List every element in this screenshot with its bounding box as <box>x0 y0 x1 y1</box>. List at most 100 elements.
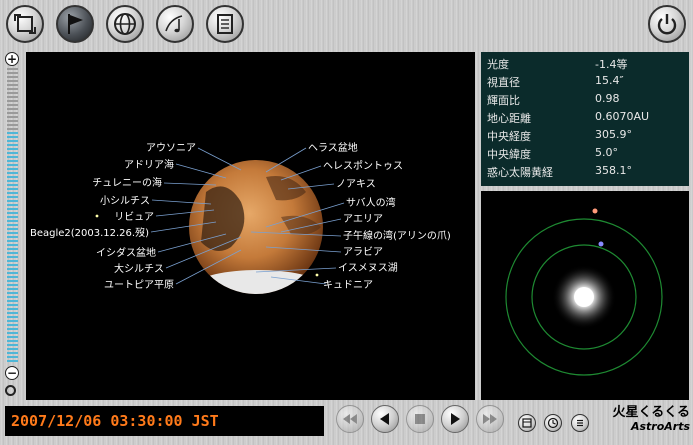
zoom-tick <box>7 104 18 106</box>
zoom-out-icon[interactable]: − <box>5 366 19 380</box>
power-button[interactable] <box>648 5 686 43</box>
flag-button[interactable] <box>56 5 94 43</box>
magnifier-icon[interactable] <box>5 385 16 396</box>
notepad-icon <box>217 14 233 34</box>
zoom-tick <box>7 244 18 246</box>
mars-marker <box>592 208 598 214</box>
earth-marker <box>598 241 604 247</box>
zoom-tick <box>7 204 18 206</box>
zoom-tick <box>7 152 18 154</box>
date-button[interactable] <box>518 414 536 432</box>
menu-button[interactable] <box>571 414 589 432</box>
step-back-button[interactable] <box>371 405 399 433</box>
feature-label: チュレニーの海 <box>92 176 162 189</box>
feature-label: イシダス盆地 <box>96 246 156 259</box>
rotate-view-button[interactable] <box>6 5 44 43</box>
fast-forward-button[interactable] <box>476 405 504 433</box>
zoom-tick <box>7 136 18 138</box>
info-value: 358.1° <box>595 164 632 177</box>
zoom-tick <box>7 324 18 326</box>
zoom-tick <box>7 296 18 298</box>
zoom-tick <box>7 248 18 250</box>
zoom-tick <box>7 336 18 338</box>
zoom-tick <box>7 316 18 318</box>
feature-label: 大シルチス <box>114 262 164 275</box>
zoom-tick <box>7 168 18 170</box>
info-row-magnitude: 光度 -1.4等 <box>487 56 687 72</box>
zoom-tick <box>7 140 18 142</box>
clock-icon <box>547 417 559 429</box>
zoom-in-icon[interactable]: + <box>5 52 19 66</box>
zoom-tick <box>7 112 18 114</box>
feature-label: ノアキス <box>336 179 376 190</box>
notes-button[interactable] <box>206 5 244 43</box>
music-note-icon <box>165 15 183 33</box>
zoom-tick <box>7 124 18 126</box>
top-toolbar <box>0 0 693 50</box>
zoom-tick <box>7 100 18 102</box>
zoom-tick <box>7 180 18 182</box>
zoom-tick <box>7 360 18 362</box>
calendar-icon <box>522 418 532 428</box>
play-button[interactable] <box>441 405 469 433</box>
fast-rewind-button[interactable] <box>336 405 364 433</box>
zoom-tick <box>7 260 18 262</box>
feature-label: Beagle2(2003.12.26.歿) <box>30 227 149 239</box>
zoom-tick <box>7 280 18 282</box>
zoom-tick <box>7 144 18 146</box>
zoom-slider[interactable]: + − <box>3 52 22 400</box>
fast-forward-icon <box>483 414 497 424</box>
zoom-tick <box>7 332 18 334</box>
info-label: 輝面比 <box>487 94 520 107</box>
zoom-tick <box>7 240 18 242</box>
zoom-tick <box>7 84 18 86</box>
info-row-solar-longitude: 惑心太陽黄経 358.1° <box>487 164 687 180</box>
beagle2-marker <box>95 214 99 218</box>
feature-label: 子午線の湾(アリンの爪) <box>343 229 451 242</box>
zoom-tick <box>7 188 18 190</box>
zoom-tick <box>7 92 18 94</box>
zoom-tick <box>7 216 18 218</box>
info-label: 中央緯度 <box>487 148 531 161</box>
star-marker <box>315 273 319 277</box>
power-icon <box>657 14 677 35</box>
feature-label: イスメヌス湖 <box>338 262 398 274</box>
zoom-tick <box>7 276 18 278</box>
zoom-tick <box>7 184 18 186</box>
zoom-tick <box>7 344 18 346</box>
info-row-distance: 地心距離 0.6070AU <box>487 110 687 126</box>
info-label: 地心距離 <box>487 112 531 125</box>
info-label: 光度 <box>487 58 509 71</box>
zoom-tick <box>7 328 18 330</box>
time-button[interactable] <box>544 414 562 432</box>
zoom-scale[interactable] <box>7 68 18 364</box>
zoom-tick <box>7 116 18 118</box>
zoom-tick <box>7 120 18 122</box>
zoom-tick <box>7 352 18 354</box>
info-value: 5.0° <box>595 146 618 159</box>
zoom-tick <box>7 156 18 158</box>
music-button[interactable] <box>156 5 194 43</box>
info-label: 視直径 <box>487 76 520 89</box>
zoom-tick <box>7 300 18 302</box>
info-value: 0.6070AU <box>595 110 650 123</box>
feature-label: キュドニア <box>323 280 373 291</box>
info-value: -1.4等 <box>595 58 628 71</box>
mars-view[interactable]: アウソニア アドリア海 チュレニーの海 小シルチス リビュア Beagle2(2… <box>26 52 475 400</box>
stop-button[interactable] <box>406 405 434 433</box>
datetime-display: 2007/12/06 03:30:00 JST <box>5 406 324 436</box>
zoom-tick <box>7 196 18 198</box>
orbit-diagram <box>505 208 663 376</box>
globe-icon <box>114 13 136 35</box>
zoom-tick <box>7 268 18 270</box>
globe-button[interactable] <box>106 5 144 43</box>
info-value: 0.98 <box>595 92 620 105</box>
orbit-view <box>481 191 689 400</box>
feature-labels-left: アウソニア アドリア海 チュレニーの海 小シルチス リビュア Beagle2(2… <box>30 142 196 291</box>
rotate-icon <box>14 14 36 34</box>
zoom-tick <box>7 252 18 254</box>
feature-label: 小シルチス <box>100 195 150 207</box>
zoom-tick <box>7 264 18 266</box>
info-value: 15.4″ <box>595 74 624 87</box>
zoom-tick <box>7 128 18 130</box>
